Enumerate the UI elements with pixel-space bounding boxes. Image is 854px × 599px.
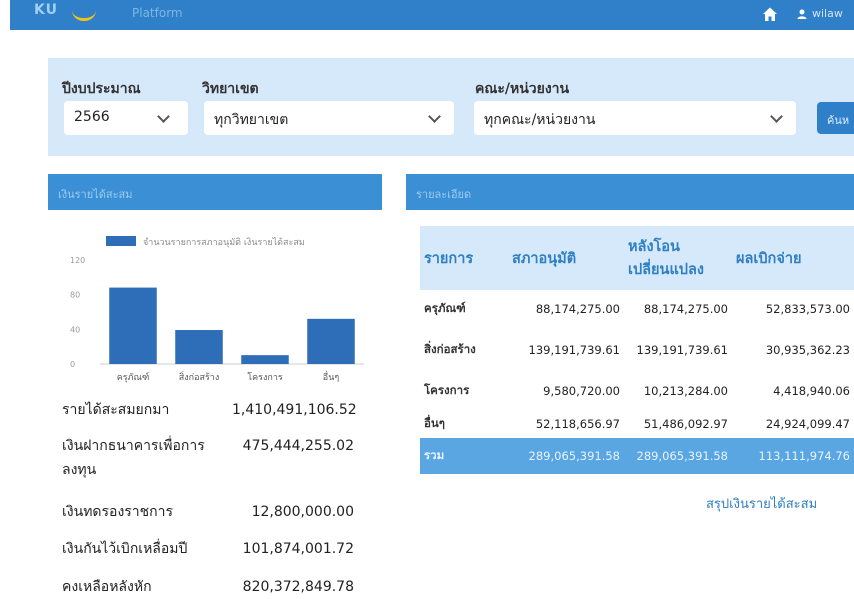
campus-value: ทุกวิทยาเขต — [214, 112, 289, 128]
item-name: สิ่งก่อสร้าง — [424, 342, 476, 356]
detail-card-title: รายละเอียด — [416, 188, 472, 201]
approved-amount: 139,191,739.61 — [528, 343, 620, 357]
fiscal-year-value: 2566 — [74, 109, 110, 125]
x-tick-label: ครุภัณฑ์ — [117, 371, 150, 383]
y-tick-label: 40 — [70, 325, 80, 334]
total-label: รวม — [424, 448, 445, 462]
income-summary-link[interactable]: สรุปเงินรายได้สะสม — [706, 493, 817, 514]
total-row: รวม 289,065,391.58 289,065,391.58 113,11… — [420, 438, 854, 474]
table-header-row: รายการ สภาอนุมัติ หลังโอนเปลี่ยนแปลง ผลเ… — [420, 226, 854, 290]
bar — [307, 318, 355, 364]
user-icon[interactable] — [797, 9, 807, 19]
summary-label: เงินกันไว้เบิกเหลื่อมปี — [62, 541, 188, 557]
user-name[interactable]: wilaw — [812, 7, 843, 20]
faculty-label: คณะ/หน่วยงาน — [475, 81, 570, 97]
disbursed-amount: 24,924,099.47 — [765, 417, 850, 431]
table-row: โครงการ 9,580,720.00 10,213,284.00 4,418… — [420, 372, 854, 410]
item-name: ครุภัณฑ์ — [424, 301, 466, 315]
chevron-down-icon — [157, 110, 170, 123]
total-disbursed: 113,111,974.76 — [758, 449, 850, 463]
legend-label: จำนวนรายการสภาอนุมัติ เงินรายได้สะสม — [143, 237, 305, 248]
y-tick-label: 0 — [70, 360, 75, 369]
summary-value: 475,444,255.02 — [242, 438, 354, 454]
column-header: ผลเบิกจ่าย — [736, 250, 802, 267]
approved-amount: 88,174,275.00 — [535, 302, 620, 316]
after-transfer-amount: 139,191,739.61 — [636, 343, 728, 357]
legend-swatch — [106, 236, 136, 246]
approved-amount: 9,580,720.00 — [543, 384, 620, 398]
table-row: อื่นๆ 52,118,656.97 51,486,092.97 24,924… — [420, 410, 854, 438]
fiscal-year-select[interactable]: 2566 — [64, 101, 188, 135]
disbursed-amount: 52,833,573.00 — [765, 302, 850, 316]
bar — [175, 330, 223, 364]
faculty-select[interactable]: ทุกคณะ/หน่วยงาน — [474, 101, 796, 135]
item-name: อื่นๆ — [424, 416, 445, 430]
disbursed-amount: 30,935,362.23 — [765, 343, 850, 357]
item-name: โครงการ — [424, 383, 470, 397]
x-tick-label: โครงการ — [247, 372, 283, 383]
bar — [109, 287, 157, 364]
search-button[interactable]: ค้นห — [817, 102, 854, 134]
approved-amount: 52,118,656.97 — [535, 417, 620, 431]
platform-label: Platform — [132, 6, 183, 20]
x-tick-label: สิ่งก่อสร้าง — [179, 370, 220, 383]
x-tick-label: อื่นๆ — [323, 370, 340, 383]
chevron-down-icon — [428, 110, 441, 123]
summary-label: คงเหลือหลังหัก — [62, 579, 152, 595]
y-tick-label: 120 — [70, 256, 85, 265]
home-icon[interactable] — [762, 6, 778, 22]
detail-card-header: รายละเอียด — [406, 174, 854, 210]
summary-value: 12,800,000.00 — [251, 504, 354, 520]
detail-table: รายการ สภาอนุมัติ หลังโอนเปลี่ยนแปลง ผลเ… — [420, 226, 854, 474]
income-card-title: เงินรายได้สะสม — [58, 188, 133, 201]
column-header: สภาอนุมัติ — [512, 250, 577, 267]
y-tick-label: 80 — [70, 291, 80, 300]
column-header: หลังโอนเปลี่ยนแปลง — [628, 239, 704, 278]
faculty-value: ทุกคณะ/หน่วยงาน — [484, 112, 596, 128]
summary-label: รายได้สะสมยกมา — [62, 402, 170, 418]
income-bar-chart: จำนวนรายการสภาอนุมัติ เงินรายได้สะสม 120 8… — [70, 236, 364, 383]
summary-label: เงินทดรองราชการ — [62, 504, 174, 520]
app-logo[interactable]: KU — [34, 2, 58, 18]
after-transfer-amount: 88,174,275.00 — [643, 302, 728, 316]
summary-label: เงินฝากธนาคารเพื่อการลงทุน — [62, 438, 205, 478]
campus-label: วิทยาเขต — [202, 81, 259, 97]
after-transfer-amount: 51,486,092.97 — [643, 417, 728, 431]
bar — [241, 355, 289, 364]
income-card-header: เงินรายได้สะสม — [48, 174, 382, 210]
total-after-transfer: 289,065,391.58 — [636, 449, 728, 463]
chevron-down-icon — [770, 110, 783, 123]
campus-select[interactable]: ทุกวิทยาเขต — [204, 101, 454, 135]
fiscal-year-label: ปีงบประมาณ — [62, 81, 141, 97]
total-approved: 289,065,391.58 — [528, 449, 620, 463]
summary-value: 820,372,849.78 — [242, 579, 354, 595]
summary-value: 1,410,491,106.52 — [232, 402, 357, 418]
table-row: ครุภัณฑ์ 88,174,275.00 88,174,275.00 52,… — [420, 290, 854, 328]
summary-value: 101,874,001.72 — [242, 541, 354, 557]
table-row: สิ่งก่อสร้าง 139,191,739.61 139,191,739.… — [420, 328, 854, 372]
after-transfer-amount: 10,213,284.00 — [643, 384, 728, 398]
column-header: รายการ — [424, 250, 474, 267]
disbursed-amount: 4,418,940.06 — [773, 384, 850, 398]
